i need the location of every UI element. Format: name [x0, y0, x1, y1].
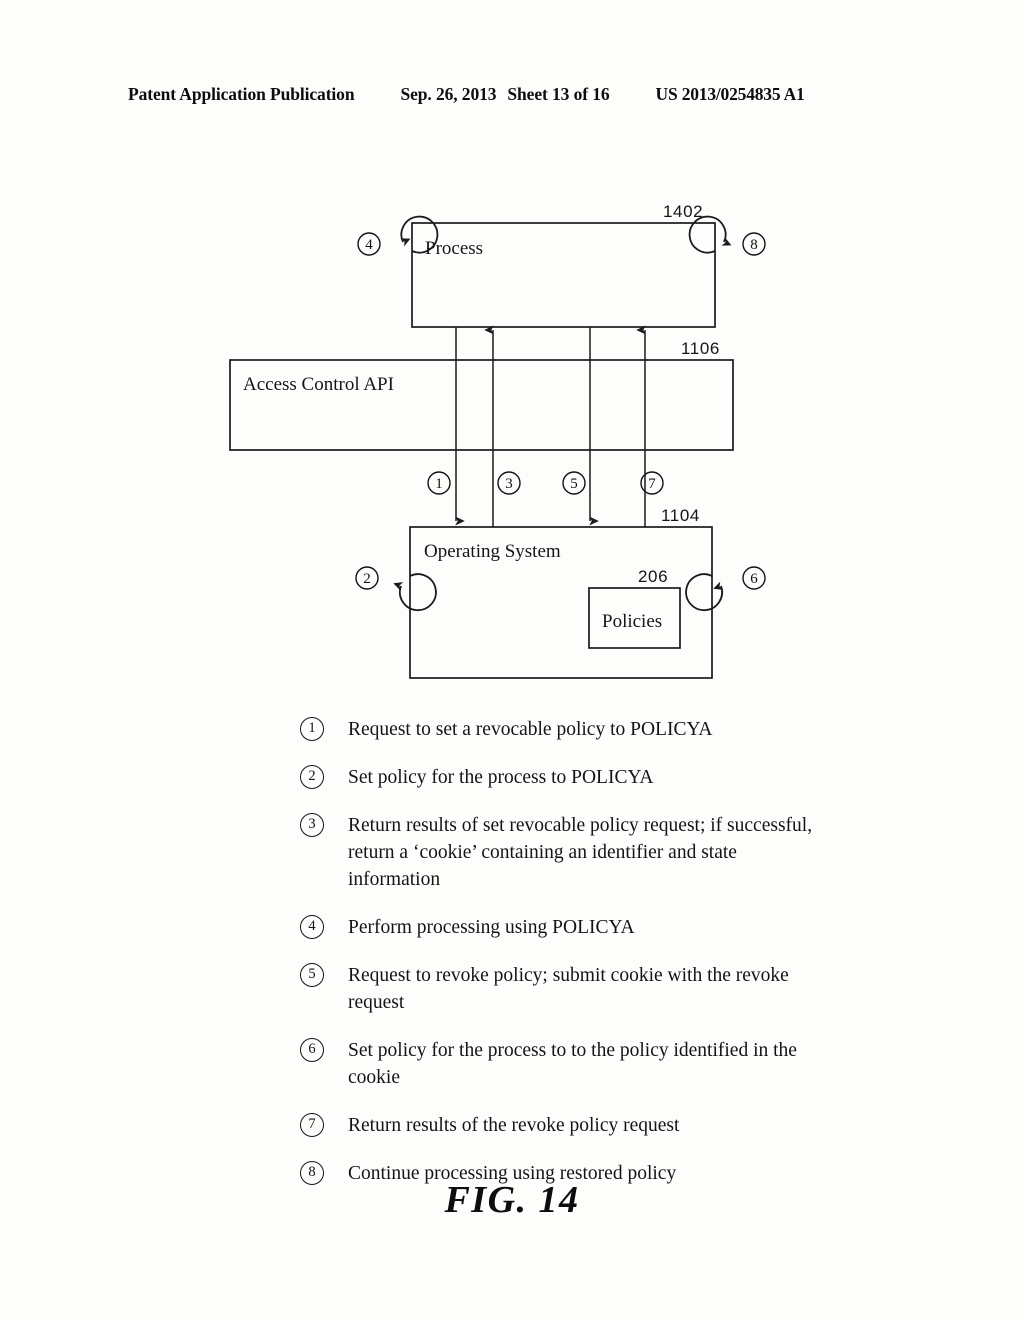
- legend-text-6: Set policy for the process to to the pol…: [348, 1040, 797, 1088]
- legend-item: 1 Request to set a revocable policy to P…: [300, 716, 820, 743]
- legend-item: 4 Perform processing using POLICYA: [300, 914, 820, 941]
- circled-number-4: 4: [365, 237, 373, 253]
- circled-number-3: 3: [505, 476, 513, 492]
- legend-item: 3 Return results of set revocable policy…: [300, 812, 820, 893]
- legend-item: 6 Set policy for the process to to the p…: [300, 1037, 820, 1091]
- legend-text-4: Perform processing using POLICYA: [348, 917, 635, 938]
- process-box: Process 1402: [411, 202, 716, 328]
- operating-system-ref: 1104: [661, 506, 700, 525]
- header-publication: Patent Application Publication: [128, 84, 355, 104]
- legend-marker-2: 2: [300, 765, 324, 789]
- legend-marker-5: 5: [300, 963, 324, 987]
- self-loop-6: 6: [685, 566, 766, 612]
- policies-box-ref: 206: [638, 567, 668, 586]
- header-sheet: Sheet 13 of 16: [507, 84, 610, 104]
- connector-marker-5: 5: [562, 471, 586, 495]
- legend-item: 5 Request to revoke policy; submit cooki…: [300, 962, 820, 1016]
- figure-diagram: Process 1402 Access Control API 1106 Ope…: [0, 150, 1024, 710]
- circled-number-1: 1: [435, 476, 443, 492]
- operating-system-label: Operating System: [424, 541, 561, 562]
- legend-text-5: Request to revoke policy; submit cookie …: [348, 965, 789, 1013]
- figure-legend: 1 Request to set a revocable policy to P…: [300, 716, 820, 1208]
- legend-text-2: Set policy for the process to POLICYA: [348, 767, 654, 788]
- operating-system-box: Operating System 1104: [409, 506, 713, 679]
- circled-number-8: 8: [750, 237, 758, 253]
- access-control-api-box: Access Control API 1106: [229, 339, 734, 451]
- header-document-number: US 2013/0254835 A1: [655, 84, 805, 104]
- header-date: Sep. 26, 2013: [400, 84, 497, 104]
- access-control-api-ref: 1106: [681, 339, 720, 358]
- patent-page: Patent Application Publication Sep. 26, …: [0, 0, 1024, 1320]
- legend-marker-1: 1: [300, 717, 324, 741]
- figure-caption: FIG. 14: [444, 1179, 580, 1221]
- legend-text-3: Return results of set revocable policy r…: [348, 815, 813, 890]
- access-control-api-label: Access Control API: [243, 374, 394, 395]
- page-header: Patent Application Publication Sep. 26, …: [128, 84, 896, 105]
- legend-marker-3: 3: [300, 813, 324, 837]
- process-box-label: Process: [425, 238, 483, 259]
- self-loop-2: 2: [355, 566, 437, 612]
- legend-marker-7: 7: [300, 1113, 324, 1137]
- legend-text-7: Return results of the revoke policy requ…: [348, 1115, 680, 1136]
- process-box-ref: 1402: [663, 202, 703, 221]
- legend-text-1: Request to set a revocable policy to POL…: [348, 719, 713, 740]
- policies-box-label: Policies: [602, 611, 662, 632]
- circled-number-7: 7: [648, 476, 656, 492]
- legend-item: 2 Set policy for the process to POLICYA: [300, 764, 820, 791]
- legend-marker-4: 4: [300, 915, 324, 939]
- connector-marker-3: 3: [497, 471, 521, 495]
- legend-marker-6: 6: [300, 1038, 324, 1062]
- circled-number-2: 2: [363, 571, 371, 587]
- circled-number-5: 5: [570, 476, 578, 492]
- connector-marker-1: 1: [427, 471, 451, 495]
- circled-number-6: 6: [750, 571, 758, 587]
- legend-item: 7 Return results of the revoke policy re…: [300, 1112, 820, 1139]
- policies-box: Policies 206: [588, 567, 681, 649]
